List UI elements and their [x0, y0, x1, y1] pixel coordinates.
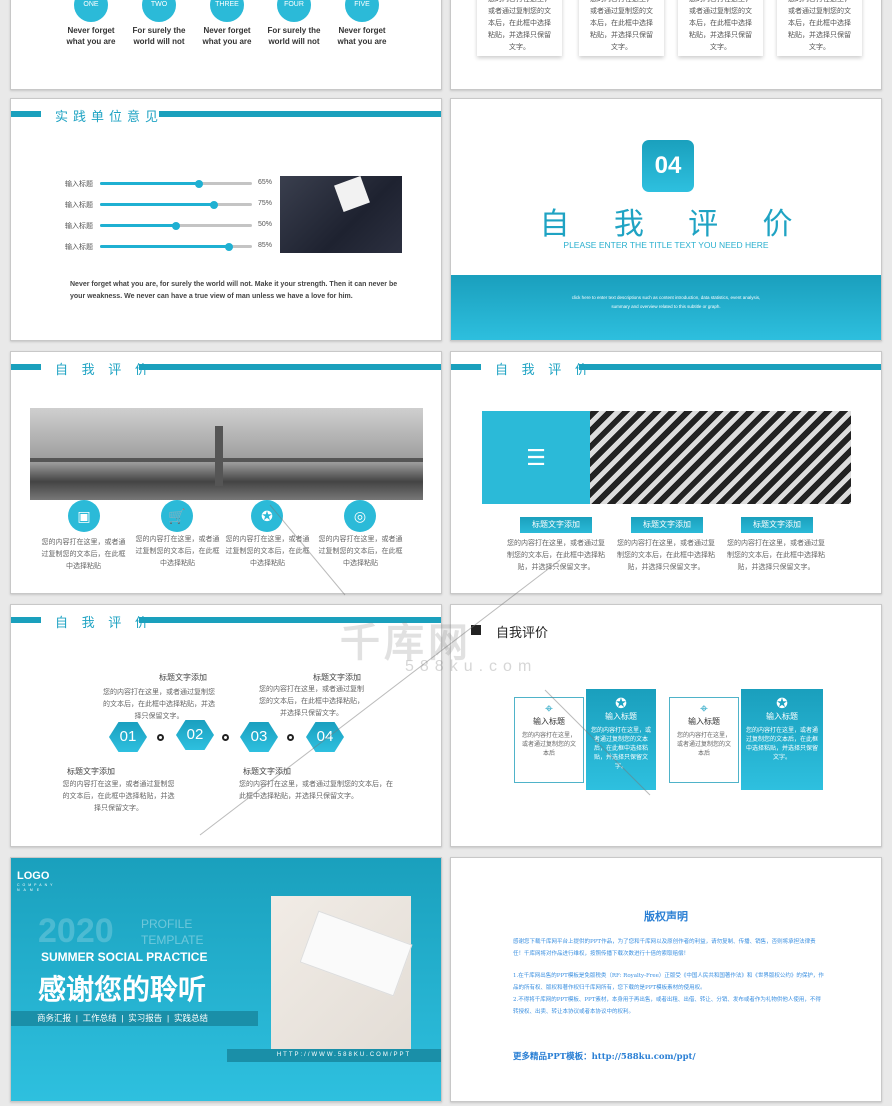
watermark-lines	[199, 504, 651, 836]
